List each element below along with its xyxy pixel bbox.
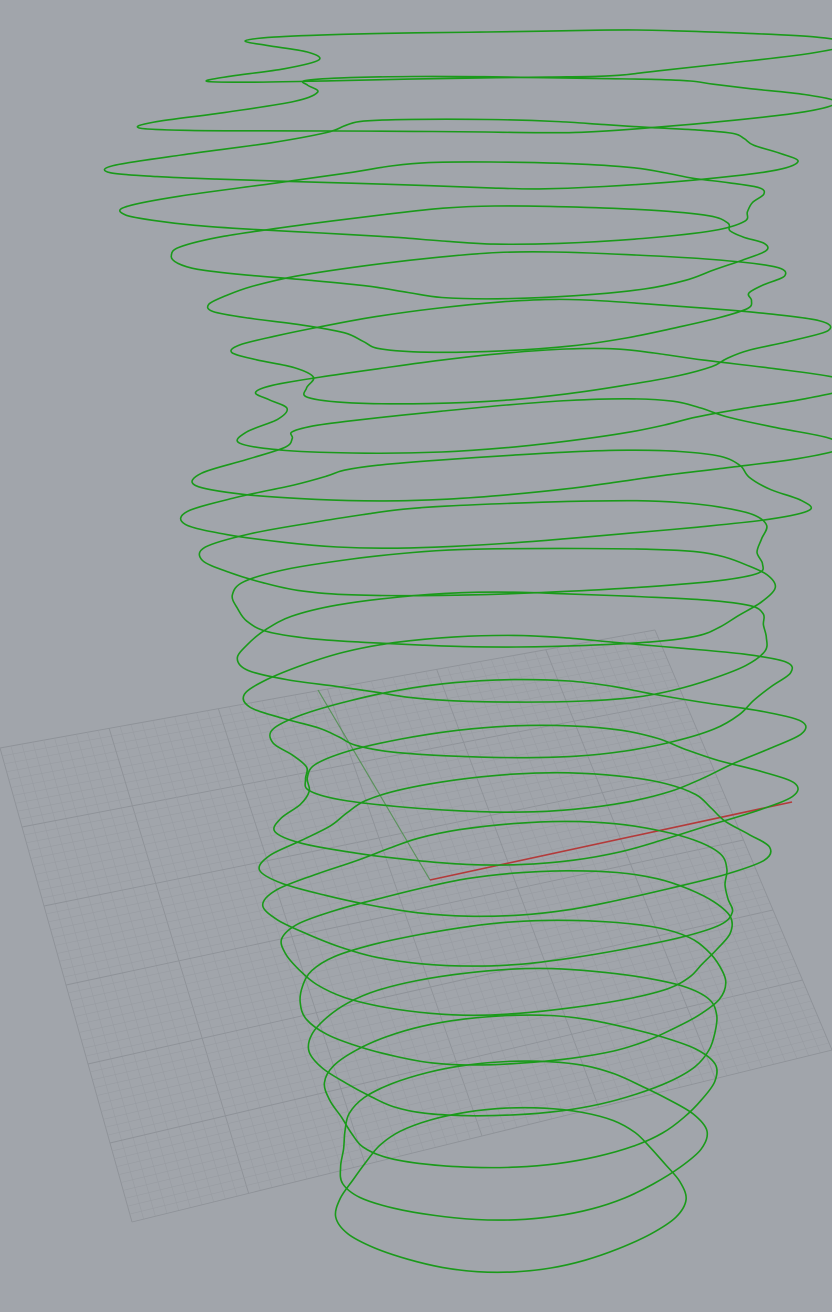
contour-curve[interactable]: [205, 29, 832, 84]
viewport-scene[interactable]: [0, 0, 832, 1312]
contour-curve[interactable]: [198, 499, 768, 597]
contour-curve[interactable]: [269, 678, 807, 813]
grid-line-u: [589, 641, 763, 1068]
contour-curve[interactable]: [334, 1106, 687, 1274]
grid-line-u: [600, 639, 774, 1065]
contour-curve[interactable]: [136, 75, 832, 134]
contour-curves[interactable]: [103, 29, 832, 1274]
grid-line-v: [123, 1021, 821, 1191]
grid-line-v: [125, 1028, 824, 1199]
y-axis-line: [317, 689, 431, 881]
contour-curve[interactable]: [170, 205, 769, 300]
grid-line-u: [567, 645, 739, 1074]
contour-curve[interactable]: [179, 449, 813, 550]
grid-line-v: [131, 1049, 832, 1223]
grid-line-v: [129, 1042, 830, 1215]
world-axes: [317, 689, 793, 881]
grid-line-u: [654, 629, 832, 1051]
contour-curve[interactable]: [119, 161, 766, 246]
contour-curve[interactable]: [231, 547, 777, 648]
contour-curve[interactable]: [323, 1014, 718, 1169]
grid-line-v: [112, 986, 806, 1152]
contour-curve[interactable]: [242, 634, 794, 759]
grid-line-v: [127, 1035, 827, 1207]
grid-line-u: [578, 643, 751, 1071]
grid-line-u: [643, 631, 821, 1053]
perspective-viewport[interactable]: [0, 0, 832, 1312]
